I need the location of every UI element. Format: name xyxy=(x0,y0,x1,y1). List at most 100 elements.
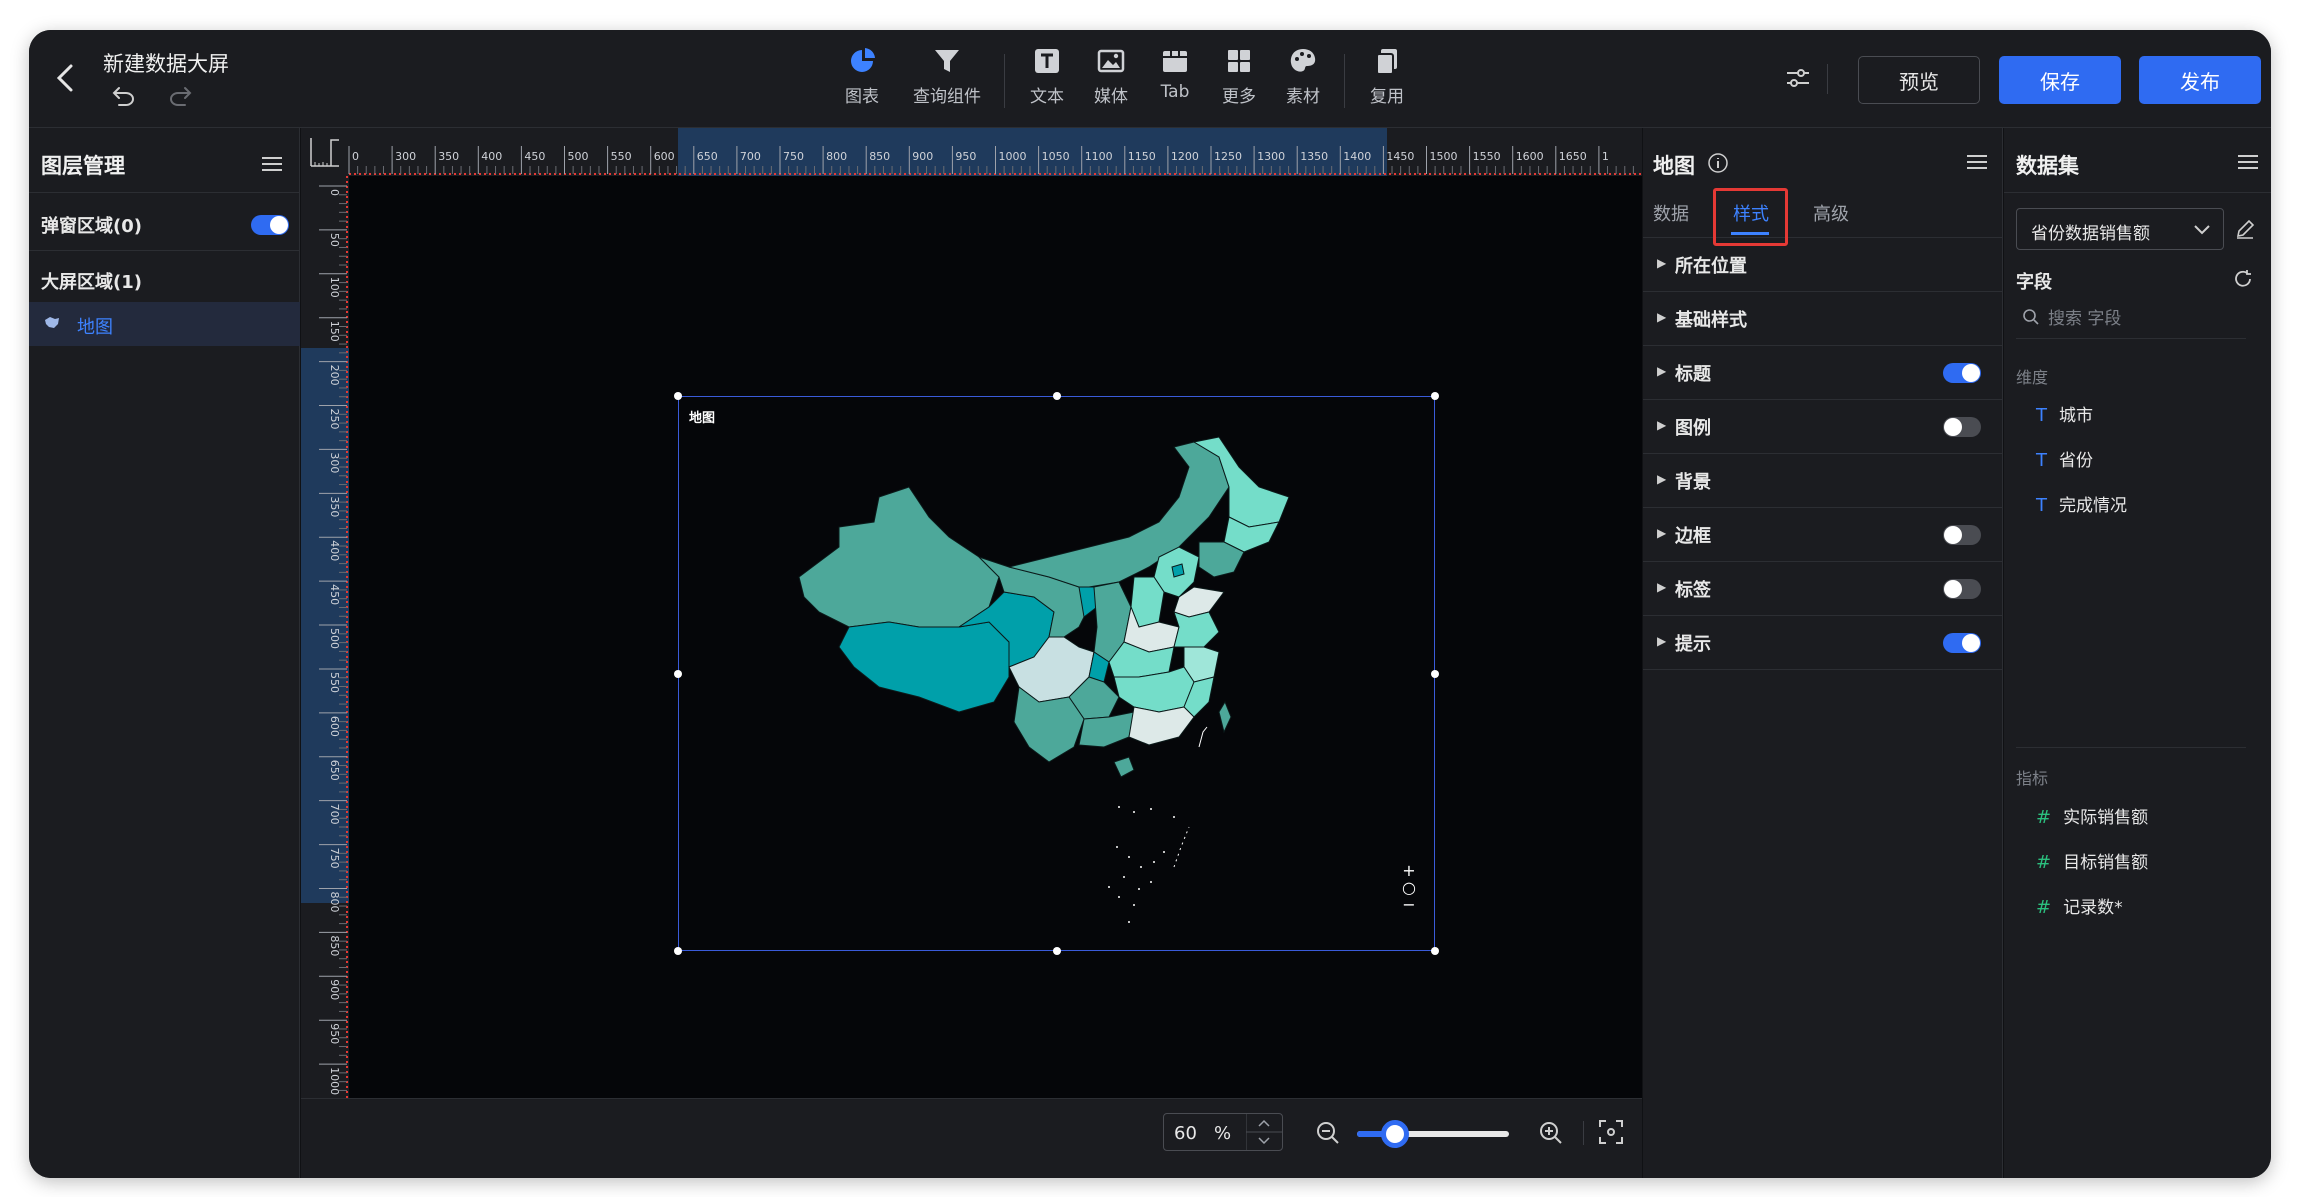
caret-right-icon: ▶ xyxy=(1657,310,1667,324)
ruler-label: 1250 xyxy=(1214,150,1242,163)
section-border[interactable]: ▶ 边框 xyxy=(1643,508,2003,562)
zoom-slider-handle[interactable] xyxy=(1381,1120,1409,1148)
section-tooltip[interactable]: ▶ 提示 xyxy=(1643,616,2003,670)
caret-right-icon: ▶ xyxy=(1657,580,1667,594)
save-button[interactable]: 保存 xyxy=(1999,56,2121,104)
edit-icon[interactable] xyxy=(2234,218,2256,240)
china-map[interactable] xyxy=(779,427,1339,937)
menu-icon[interactable] xyxy=(1967,154,1987,170)
caret-right-icon: ▶ xyxy=(1657,256,1667,270)
dimension-field[interactable]: T 完成情况 xyxy=(2036,491,2127,516)
redo-icon[interactable] xyxy=(167,82,193,108)
label-toggle[interactable] xyxy=(1943,579,1981,599)
border-toggle[interactable] xyxy=(1943,525,1981,545)
section-basic-style[interactable]: ▶ 基础样式 xyxy=(1643,292,2003,346)
back-arrow-icon[interactable] xyxy=(51,60,81,96)
image-icon xyxy=(1097,49,1125,73)
ruler-label: 650 xyxy=(328,760,341,781)
section-label: 边框 xyxy=(1675,526,1711,547)
dataset-select[interactable]: 省份数据销售额 xyxy=(2016,208,2224,250)
toolbar-assets-button[interactable]: 素材 xyxy=(1278,46,1328,116)
toolbar-text-button[interactable]: 文本 xyxy=(1022,46,1072,116)
map-region xyxy=(1218,700,1232,734)
tooltip-toggle[interactable] xyxy=(1943,633,1981,653)
section-label: 基础样式 xyxy=(1675,310,1747,331)
zoom-slider[interactable] xyxy=(1357,1120,1509,1148)
resize-handle[interactable] xyxy=(1431,392,1439,400)
toggle-knob xyxy=(1962,634,1980,652)
section-title[interactable]: ▶ 标题 xyxy=(1643,346,2003,400)
resize-handle[interactable] xyxy=(1053,947,1061,955)
toolbar-reuse-button[interactable]: 复用 xyxy=(1362,46,1412,116)
resize-handle[interactable] xyxy=(1431,670,1439,678)
field-search-input[interactable]: 搜索 字段 xyxy=(2048,304,2121,329)
undo-icon[interactable] xyxy=(111,82,137,108)
ruler-label: 700 xyxy=(740,150,761,163)
ruler-label: 200 xyxy=(328,365,341,386)
section-position[interactable]: ▶ 所在位置 xyxy=(1643,238,2003,292)
resize-handle[interactable] xyxy=(1431,947,1439,955)
ruler-label: 600 xyxy=(654,150,675,163)
ruler-label: 500 xyxy=(568,150,589,163)
tab-data[interactable]: 数据 xyxy=(1653,200,1689,226)
layer-item-map[interactable]: 地图 xyxy=(29,302,300,346)
settings-sliders-icon[interactable] xyxy=(1784,64,1812,92)
ruler-label: 1 xyxy=(1602,150,1609,163)
ruler-label: 1400 xyxy=(1343,150,1371,163)
map-reset-button[interactable]: ○ xyxy=(1399,879,1419,896)
screen-canvas[interactable]: 地图 + ○ − xyxy=(349,176,1642,1098)
tab-advanced[interactable]: 高级 xyxy=(1813,200,1849,226)
toolbar-label: 图表 xyxy=(845,87,879,107)
text-icon xyxy=(1035,49,1059,73)
resize-handle[interactable] xyxy=(674,947,682,955)
legend-toggle[interactable] xyxy=(1943,417,1981,437)
fit-screen-icon[interactable] xyxy=(1598,1119,1624,1145)
zoom-out-icon[interactable] xyxy=(1314,1119,1342,1147)
title-toggle[interactable] xyxy=(1943,363,1981,383)
zoom-input[interactable]: 60 % xyxy=(1163,1113,1283,1151)
zoom-stepper-icon[interactable] xyxy=(1246,1114,1282,1150)
section-label-settings[interactable]: ▶ 标签 xyxy=(1643,562,2003,616)
toolbar-divider xyxy=(1004,54,1005,108)
dimension-field[interactable]: T 城市 xyxy=(2036,401,2093,426)
dimension-field[interactable]: T 省份 xyxy=(2036,446,2093,471)
metric-field[interactable]: # 目标销售额 xyxy=(2036,848,2148,873)
caret-right-icon: ▶ xyxy=(1657,418,1667,432)
metric-field[interactable]: # 实际销售额 xyxy=(2036,803,2148,828)
toolbar-query-button[interactable]: 查询组件 xyxy=(907,46,987,116)
layer-panel: 图层管理 弹窗区域(0) 大屏区域(1) 地图 xyxy=(29,128,300,1178)
refresh-icon[interactable] xyxy=(2232,268,2254,290)
ruler-label: 850 xyxy=(328,935,341,956)
metric-field-label: 实际销售额 xyxy=(2063,808,2149,828)
toolbar-media-button[interactable]: 媒体 xyxy=(1086,46,1136,116)
map-zoom-in-button[interactable]: + xyxy=(1399,862,1419,879)
map-icon xyxy=(45,317,59,328)
zoom-in-icon[interactable] xyxy=(1537,1119,1565,1147)
info-icon[interactable] xyxy=(1707,152,1729,174)
section-background[interactable]: ▶ 背景 xyxy=(1643,454,2003,508)
text-type-icon: T xyxy=(2036,495,2047,516)
toolbar-tab-button[interactable]: Tab xyxy=(1150,46,1200,116)
resize-handle[interactable] xyxy=(674,392,682,400)
toolbar-chart-button[interactable]: 图表 xyxy=(837,46,887,116)
resize-handle[interactable] xyxy=(1053,392,1061,400)
divider xyxy=(29,250,300,251)
left-ruler: 0 50 100 150 200 250 300 350 400 450 500 550 600 650 7… xyxy=(301,176,349,1098)
divider xyxy=(2004,192,2271,193)
map-zoom-out-button[interactable]: − xyxy=(1399,896,1419,913)
ruler-label: 1050 xyxy=(1042,150,1070,163)
popup-area-toggle[interactable] xyxy=(251,215,289,235)
preview-button[interactable]: 预览 xyxy=(1858,56,1980,104)
menu-icon[interactable] xyxy=(262,156,282,172)
menu-icon[interactable] xyxy=(2238,154,2258,170)
section-legend[interactable]: ▶ 图例 xyxy=(1643,400,2003,454)
filter-icon xyxy=(935,50,959,72)
resize-handle[interactable] xyxy=(674,670,682,678)
map-widget[interactable]: 地图 + ○ − xyxy=(674,392,1439,955)
metric-field[interactable]: # 记录数* xyxy=(2036,893,2123,918)
map-region xyxy=(1173,611,1220,648)
publish-button[interactable]: 发布 xyxy=(2139,56,2261,104)
toolbar-more-button[interactable]: 更多 xyxy=(1214,46,1264,116)
ruler-label: 350 xyxy=(328,496,341,517)
ruler-label: 800 xyxy=(826,150,847,163)
